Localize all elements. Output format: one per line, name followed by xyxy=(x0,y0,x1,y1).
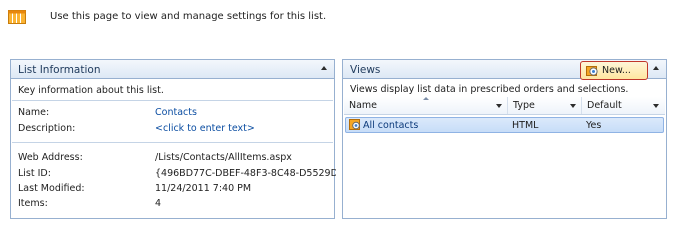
list-settings-icon xyxy=(8,10,26,24)
view-type: HTML xyxy=(512,120,539,131)
divider xyxy=(12,142,333,143)
dropdown-icon[interactable] xyxy=(496,104,502,108)
view-name[interactable]: All contacts xyxy=(363,120,418,131)
views-title: Views xyxy=(350,64,381,76)
table-row[interactable]: All contacts HTML Yes xyxy=(345,117,664,133)
list-information-title: List Information xyxy=(18,64,101,76)
column-header-name[interactable]: Name xyxy=(349,100,377,111)
new-view-button[interactable]: New... xyxy=(580,61,648,80)
list-information-header: List Information xyxy=(11,60,334,79)
description-label: Description: xyxy=(18,123,76,134)
list-id-value: {496BD77C-DBEF-48F3-8C48-D5529D xyxy=(155,168,336,179)
divider xyxy=(12,100,333,101)
column-header-default[interactable]: Default xyxy=(587,100,622,111)
views-panel: Views New... Views display list data in … xyxy=(342,59,667,219)
dropdown-icon[interactable] xyxy=(653,104,659,108)
page-description: Use this page to view and manage setting… xyxy=(50,11,327,22)
name-value[interactable]: Contacts xyxy=(155,107,197,118)
new-view-label: New... xyxy=(602,65,631,76)
last-modified-value: 11/24/2011 7:40 PM xyxy=(155,183,252,194)
views-grid-header: Name Type Default xyxy=(344,97,665,115)
collapse-icon[interactable] xyxy=(653,66,659,70)
last-modified-label: Last Modified: xyxy=(18,183,85,194)
new-view-icon xyxy=(586,66,598,76)
column-header-type[interactable]: Type xyxy=(513,100,535,111)
name-label: Name: xyxy=(18,107,50,118)
collapse-icon[interactable] xyxy=(321,66,327,70)
items-value: 4 xyxy=(155,198,162,209)
items-label: Items: xyxy=(18,198,48,209)
column-divider xyxy=(507,97,508,114)
list-information-subtitle: Key information about this list. xyxy=(18,85,164,96)
dropdown-icon[interactable] xyxy=(570,104,576,108)
description-value[interactable]: <click to enter text> xyxy=(155,123,255,134)
view-icon xyxy=(349,119,360,130)
view-default: Yes xyxy=(586,120,602,131)
column-divider xyxy=(581,97,582,114)
sort-ascending-icon xyxy=(423,97,429,100)
web-address-value: /Lists/Contacts/AllItems.aspx xyxy=(155,152,292,163)
list-id-label: List ID: xyxy=(18,168,51,179)
list-information-panel: List Information Key information about t… xyxy=(10,59,336,219)
views-subtitle: Views display list data in prescribed or… xyxy=(350,84,629,95)
views-header: Views New... xyxy=(343,60,666,80)
web-address-label: Web Address: xyxy=(18,152,83,163)
